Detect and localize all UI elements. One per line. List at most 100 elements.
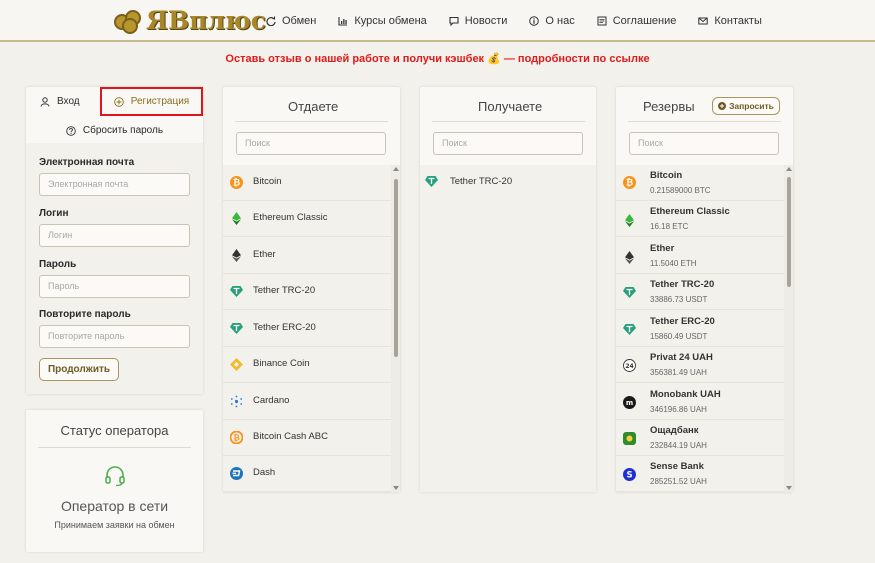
reserves-title: Резервы bbox=[643, 99, 695, 114]
request-button-label: Запросить bbox=[729, 101, 774, 111]
repeat-password-label: Повторите пароль bbox=[39, 309, 131, 320]
divider bbox=[432, 121, 585, 122]
svg-text:S: S bbox=[626, 471, 632, 481]
currency-name: Ощадбанк bbox=[650, 425, 699, 436]
currency-name: Ether bbox=[650, 243, 675, 254]
ethereum-classic-icon bbox=[625, 214, 634, 227]
give-item-binance-coin[interactable]: Binance Coin bbox=[223, 347, 391, 383]
continue-button[interactable]: Продолжить bbox=[39, 358, 119, 381]
bitcoin-icon: ₿ bbox=[623, 176, 636, 189]
nav-about[interactable]: О нас bbox=[529, 15, 575, 27]
svg-text:₿: ₿ bbox=[233, 178, 240, 189]
tab-login[interactable]: Вход bbox=[40, 96, 80, 107]
currency-name: Bitcoin Cash ABC bbox=[253, 431, 328, 442]
oschadbank-icon bbox=[623, 432, 636, 445]
nav-rates[interactable]: Курсы обмена bbox=[338, 15, 427, 27]
currency-name: Tether ERC-20 bbox=[253, 322, 316, 333]
plus-circle-icon bbox=[718, 102, 727, 110]
cashback-banner-link[interactable]: Оставь отзыв о нашей работе и получи кэш… bbox=[0, 52, 875, 65]
reserve-amount: 33886.73 USDT bbox=[650, 295, 708, 304]
get-title: Получаете bbox=[478, 99, 543, 114]
give-item-cardano[interactable]: Cardano bbox=[223, 384, 391, 420]
reserve-amount: 0.21589000 BTC bbox=[650, 186, 711, 195]
reset-password-link[interactable]: Сбросить пароль bbox=[26, 125, 203, 136]
reserve-item-monobank: m Monobank UAH 346196.86 UAH bbox=[616, 384, 784, 420]
scroll-down-icon[interactable] bbox=[786, 486, 792, 490]
repeat-password-field[interactable]: Повторите пароль bbox=[39, 325, 190, 348]
login-field[interactable]: Логин bbox=[39, 224, 190, 247]
tether-icon bbox=[623, 324, 636, 335]
scroll-up-icon[interactable] bbox=[393, 167, 399, 171]
scroll-up-icon[interactable] bbox=[786, 167, 792, 171]
login-label: Логин bbox=[39, 208, 69, 219]
tether-icon bbox=[623, 287, 636, 298]
nav-news-label: Новости bbox=[464, 15, 508, 27]
info-icon bbox=[529, 16, 540, 26]
request-reserve-button[interactable]: Запросить bbox=[712, 97, 780, 115]
svg-text:₿: ₿ bbox=[233, 434, 240, 443]
scroll-thumb[interactable] bbox=[787, 177, 791, 287]
monobank-icon: m bbox=[623, 396, 636, 409]
give-item-ether[interactable]: Ether bbox=[223, 238, 391, 274]
scroll-thumb[interactable] bbox=[394, 179, 398, 357]
give-item-ethereum-classic[interactable]: Ethereum Classic bbox=[223, 201, 391, 237]
header: ЯВплюс Обмен Курсы обмена Новости О нас … bbox=[0, 0, 875, 42]
email-field[interactable]: Электронная почта bbox=[39, 173, 190, 196]
nav-exchange[interactable]: Обмен bbox=[266, 15, 316, 27]
reserve-item-tether-trc20: Tether TRC-20 33886.73 USDT bbox=[616, 274, 784, 310]
scroll-down-icon[interactable] bbox=[393, 486, 399, 490]
divider bbox=[38, 447, 191, 448]
binance-icon bbox=[230, 358, 243, 371]
email-label: Электронная почта bbox=[39, 157, 135, 168]
give-search-input[interactable]: Поиск bbox=[236, 132, 386, 155]
give-title: Отдаете bbox=[288, 99, 339, 114]
currency-name: Binance Coin bbox=[253, 358, 310, 369]
nav-contacts-label: Контакты bbox=[714, 15, 762, 27]
tether-icon bbox=[230, 323, 243, 334]
get-item-tether-trc20[interactable]: Tether TRC-20 bbox=[420, 165, 596, 201]
reserve-item-bitcoin: ₿ Bitcoin 0.21589000 BTC bbox=[616, 165, 784, 201]
headset-icon bbox=[105, 466, 125, 487]
reserve-item-sense-bank: S Sense Bank 285251.52 UAH bbox=[616, 456, 784, 492]
operator-title: Статус оператора bbox=[60, 423, 169, 438]
ether-icon bbox=[625, 251, 634, 264]
refresh-icon bbox=[266, 16, 276, 26]
nav-news[interactable]: Новости bbox=[449, 15, 508, 27]
reserve-amount: 356381.49 UAH bbox=[650, 368, 707, 377]
reserves-list: ₿ Bitcoin 0.21589000 BTC Ethereum Classi… bbox=[616, 165, 793, 492]
chart-icon bbox=[338, 17, 348, 26]
tab-register[interactable]: Регистрация bbox=[100, 87, 203, 116]
reserve-amount: 285251.52 UAH bbox=[650, 477, 707, 486]
give-item-tether-erc20[interactable]: Tether ERC-20 bbox=[223, 311, 391, 347]
get-search-input[interactable]: Поиск bbox=[433, 132, 583, 155]
coins-logo-icon bbox=[114, 8, 144, 34]
privat24-icon: 24 bbox=[623, 359, 636, 372]
nav-agreement[interactable]: Соглашение bbox=[597, 15, 676, 27]
password-field[interactable]: Пароль bbox=[39, 275, 190, 298]
news-icon bbox=[449, 16, 459, 26]
give-item-bitcoin[interactable]: ₿ Bitcoin bbox=[223, 165, 391, 201]
currency-name: Bitcoin bbox=[253, 176, 282, 187]
currency-name: Sense Bank bbox=[650, 461, 704, 472]
reserve-item-ethereum-classic: Ethereum Classic 16.18 ETC bbox=[616, 201, 784, 237]
divider bbox=[628, 121, 781, 122]
logo[interactable]: ЯВплюс bbox=[114, 8, 266, 34]
currency-name: Bitcoin bbox=[650, 170, 683, 181]
reserves-scrollbar[interactable] bbox=[784, 165, 793, 492]
bitcoin-icon: ₿ bbox=[230, 176, 243, 189]
give-item-dash[interactable]: Dash bbox=[223, 456, 391, 492]
currency-name: Tether TRC-20 bbox=[650, 279, 715, 290]
dash-icon bbox=[230, 467, 243, 480]
currency-name: Tether ERC-20 bbox=[650, 316, 715, 327]
logo-text: ЯВплюс bbox=[146, 6, 266, 35]
nav-rates-label: Курсы обмена bbox=[354, 15, 427, 27]
give-scrollbar[interactable] bbox=[391, 165, 400, 492]
give-item-bitcoin-cash-abc[interactable]: ₿ Bitcoin Cash ABC bbox=[223, 420, 391, 456]
svg-text:24: 24 bbox=[625, 363, 633, 370]
document-icon bbox=[597, 16, 607, 26]
currency-name: Cardano bbox=[253, 395, 290, 406]
ether-icon bbox=[232, 249, 241, 262]
give-item-tether-trc20[interactable]: Tether TRC-20 bbox=[223, 274, 391, 310]
reserves-search-input[interactable]: Поиск bbox=[629, 132, 779, 155]
nav-contacts[interactable]: Контакты bbox=[698, 15, 762, 27]
